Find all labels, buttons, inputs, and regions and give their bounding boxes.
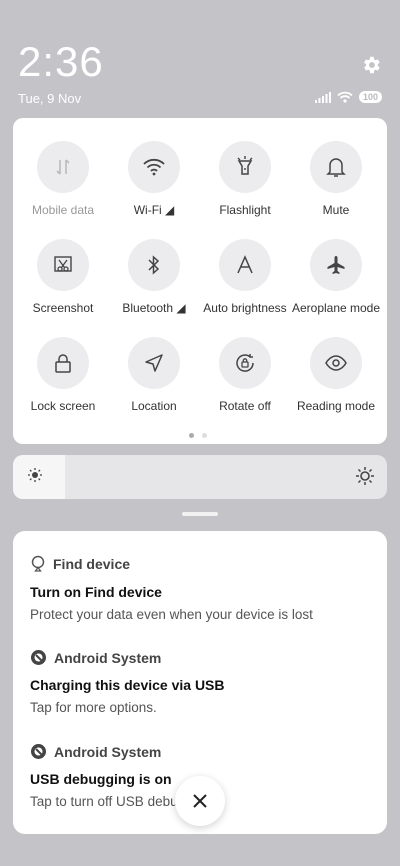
brightness-high-icon [355,466,375,491]
tile-wifi[interactable]: Wi-Fi ◢ [108,141,200,217]
tile-auto-brightness[interactable]: Auto brightness [199,239,291,315]
notification-item[interactable]: Android System Charging this device via … [30,649,371,716]
close-icon [193,794,207,808]
settings-gear-icon[interactable] [360,54,382,76]
rotate-lock-icon [219,337,271,389]
tile-reading-mode[interactable]: Reading mode [290,337,382,413]
android-system-icon [31,744,46,759]
notification-app-header: Android System [30,649,371,666]
notification-title: Turn on Find device [30,584,162,600]
date-label[interactable]: Tue, 9 Nov [18,91,81,106]
notification-app-name: Android System [54,743,162,760]
notification-item[interactable]: Find device Turn on Find device Protect … [30,555,371,622]
tile-rotate-off[interactable]: Rotate off [199,337,291,413]
notification-title: Charging this device via USB [30,677,225,693]
tile-label: Screenshot [32,301,94,315]
battery-icon: 100 [358,91,382,103]
wifi-icon [128,141,180,193]
tile-label: Flashlight [219,203,271,217]
brightness-low-icon [27,467,43,488]
tile-mobile-data[interactable]: Mobile data [17,141,109,217]
drag-handle[interactable] [182,512,218,516]
tile-label: Wi-Fi ◢ [133,203,175,217]
flashlight-icon [219,141,271,193]
signal-icon [314,91,331,103]
tile-mute[interactable]: Mute [290,141,382,217]
android-system-icon [31,650,46,665]
tile-screenshot[interactable]: Screenshot [17,239,109,315]
tile-label: Lock screen [30,399,96,413]
auto-brightness-icon [219,239,271,291]
location-icon [128,337,180,389]
tile-label: Mobile data [31,203,95,217]
tile-label: Reading mode [296,399,376,413]
tile-bluetooth[interactable]: Bluetooth ◢ [108,239,200,315]
lock-icon [37,337,89,389]
notification-app-name: Android System [54,649,162,666]
tile-label: Rotate off [219,399,271,413]
tile-label: Aeroplane mode [291,301,381,315]
bell-icon [310,141,362,193]
notification-app-name: Find device [53,556,131,572]
airplane-icon [310,239,362,291]
clear-notifications-button[interactable] [175,776,225,826]
screenshot-icon [37,239,89,291]
tile-location[interactable]: Location [108,337,200,413]
eye-icon [310,337,362,389]
bluetooth-icon [128,239,180,291]
brightness-slider[interactable] [13,455,387,499]
tile-label: Location [131,399,177,413]
wifi-status-icon [337,91,353,103]
tile-flashlight[interactable]: Flashlight [199,141,291,217]
tile-lock-screen[interactable]: Lock screen [17,337,109,413]
status-icons: 100 [314,91,382,103]
notification-app-header: Find device [30,555,371,573]
page-indicator [189,433,207,438]
mobile-data-icon [37,141,89,193]
notification-app-header: Android System [30,743,371,760]
tile-aeroplane-mode[interactable]: Aeroplane mode [290,239,382,315]
tile-label: Bluetooth ◢ [122,301,186,315]
page-dot-active[interactable] [189,433,194,438]
clock-time[interactable]: 2:36 [18,38,104,86]
tile-label: Mute [322,203,350,217]
notification-text: Protect your data even when your device … [30,607,313,622]
page-dot[interactable] [202,433,207,438]
quick-settings-panel: Mobile data Wi-Fi ◢ Flashlight Mute Scre… [13,118,387,444]
tile-label: Auto brightness [203,301,287,315]
find-device-icon [31,555,45,572]
notification-text: Tap for more options. [30,700,157,715]
